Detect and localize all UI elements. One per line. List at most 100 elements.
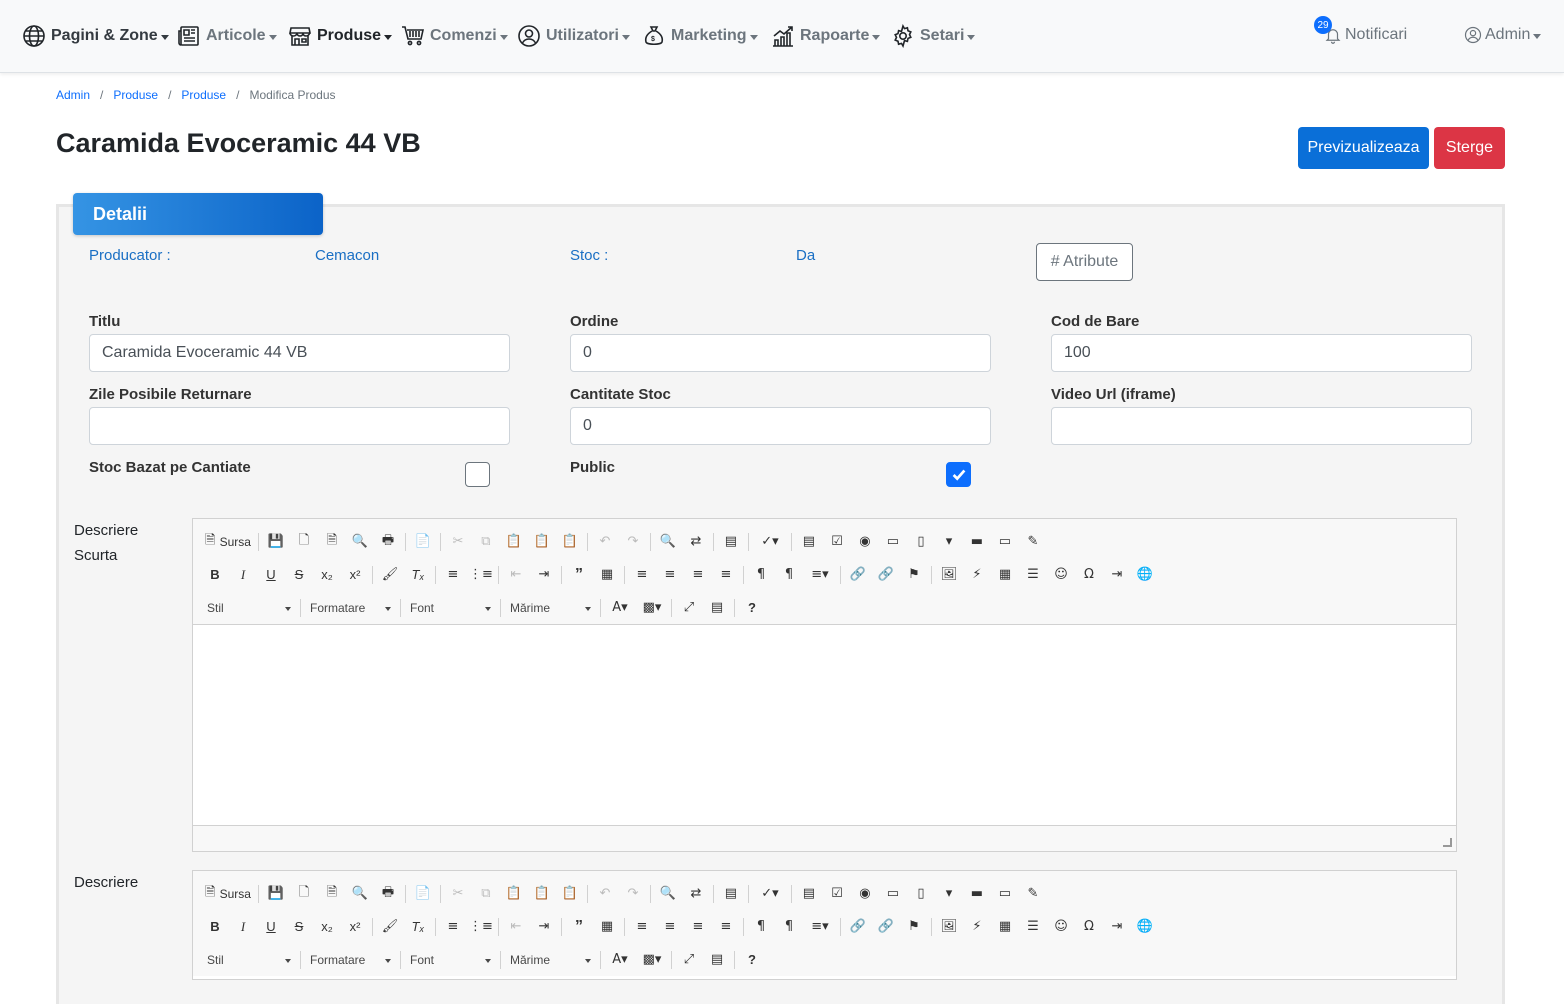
link-icon[interactable]: 🔗 [844,915,872,939]
table-icon[interactable]: ▦ [991,563,1019,587]
remove-format-icon[interactable]: Tₓ [404,563,432,587]
source-button[interactable]: 🗎 Sursa [201,530,255,554]
style-dropdown[interactable]: Stil [201,596,297,620]
help-icon[interactable]: ? [738,596,766,620]
find-icon[interactable]: 🔍 [654,882,682,906]
redo-icon[interactable]: ↷ [619,530,647,554]
select-all-icon[interactable]: ▤ [717,530,745,554]
iframe-icon[interactable]: 🌐 [1131,915,1159,939]
replace-icon[interactable]: ⇄ [682,530,710,554]
rtl-icon[interactable]: ¶ [775,563,803,587]
textfield-icon[interactable]: ▭ [879,530,907,554]
special-char-icon[interactable]: Ω [1075,915,1103,939]
templates-icon[interactable]: 📄 [409,530,437,554]
outdent-icon[interactable]: ⇤ [502,915,530,939]
text-color-icon[interactable]: A▾ [604,948,636,972]
select-icon[interactable]: ▾ [935,530,963,554]
format-dropdown[interactable]: Formatare [304,948,397,972]
checkbox-icon[interactable]: ☑ [823,530,851,554]
save-icon[interactable]: 💾 [262,882,290,906]
nav-utilizatori[interactable]: Utilizatori [517,22,630,50]
breadcrumb-produse[interactable]: Produse [113,88,158,102]
div-icon[interactable]: ▦ [593,915,621,939]
font-dropdown[interactable]: Font [404,948,497,972]
smiley-icon[interactable]: ☺ [1047,563,1075,587]
paste-word-icon[interactable]: 📋 [556,882,584,906]
smiley-icon[interactable]: ☺ [1047,915,1075,939]
style-dropdown[interactable]: Stil [201,948,297,972]
order-input[interactable]: 0 [570,334,991,372]
align-left-icon[interactable]: ≡ [628,915,656,939]
checkbox-icon[interactable]: ☑ [823,882,851,906]
indent-icon[interactable]: ⇥ [530,563,558,587]
unlink-icon[interactable]: 🔗 [872,563,900,587]
copy-format-icon[interactable]: 🖌 [376,563,404,587]
image-icon[interactable]: 🖼 [935,915,963,939]
italic-icon[interactable]: I [229,915,257,939]
video-url-input[interactable] [1051,407,1472,445]
textarea-icon[interactable]: ▯ [907,882,935,906]
paste-icon[interactable]: 📋 [500,882,528,906]
bg-color-icon[interactable]: ▩▾ [636,948,668,972]
numbered-list-icon[interactable]: ≡ [439,563,467,587]
paste-text-icon[interactable]: 📋 [528,882,556,906]
textfield-icon[interactable]: ▭ [879,882,907,906]
image-button-icon[interactable]: ▭ [991,882,1019,906]
numbered-list-icon[interactable]: ≡ [439,915,467,939]
maximize-icon[interactable]: ⤢ [675,596,703,620]
bulleted-list-icon[interactable]: ⋮≡ [467,915,495,939]
nav-articole[interactable]: Articole [177,22,277,50]
delete-button[interactable]: Sterge [1434,127,1505,169]
copy-icon[interactable]: ⧉ [472,882,500,906]
print-icon[interactable]: 🖶 [374,882,402,906]
title-input[interactable]: Caramida Evoceramic 44 VB [89,334,510,372]
font-dropdown[interactable]: Font [404,596,497,620]
align-justify-icon[interactable]: ≡ [712,563,740,587]
breadcrumb-produse-list[interactable]: Produse [181,88,226,102]
flash-icon[interactable]: ⚡ [963,563,991,587]
paste-text-icon[interactable]: 📋 [528,530,556,554]
paste-icon[interactable]: 📋 [500,530,528,554]
public-checkbox[interactable] [946,462,971,487]
breadcrumb-admin[interactable]: Admin [56,88,90,102]
new-page-icon[interactable]: 🗋 [290,882,318,906]
button-icon[interactable]: ▬ [963,530,991,554]
size-dropdown[interactable]: Mărime [504,948,597,972]
undo-icon[interactable]: ↶ [591,530,619,554]
special-char-icon[interactable]: Ω [1075,563,1103,587]
image-icon[interactable]: 🖼 [935,563,963,587]
language-icon[interactable]: ≡▾ [803,915,837,939]
export-pdf-icon[interactable]: 🗎 [318,882,346,906]
strikethrough-icon[interactable]: S [285,563,313,587]
ltr-icon[interactable]: ¶ [747,915,775,939]
horizontal-rule-icon[interactable]: ☰ [1019,915,1047,939]
print-icon[interactable]: 🖶 [374,530,402,554]
bulleted-list-icon[interactable]: ⋮≡ [467,563,495,587]
export-pdf-icon[interactable]: 🗎 [318,530,346,554]
flash-icon[interactable]: ⚡ [963,915,991,939]
form-icon[interactable]: ▤ [795,882,823,906]
ltr-icon[interactable]: ¶ [747,563,775,587]
language-icon[interactable]: ≡▾ [803,563,837,587]
unlink-icon[interactable]: 🔗 [872,915,900,939]
blockquote-icon[interactable]: ” [565,563,593,587]
horizontal-rule-icon[interactable]: ☰ [1019,563,1047,587]
anchor-icon[interactable]: ⚑ [900,915,928,939]
align-justify-icon[interactable]: ≡ [712,915,740,939]
subscript-icon[interactable]: x₂ [313,563,341,587]
stock-based-checkbox[interactable] [465,462,490,487]
page-break-icon[interactable]: ⇥ [1103,915,1131,939]
format-dropdown[interactable]: Formatare [304,596,397,620]
remove-format-icon[interactable]: Tₓ [404,915,432,939]
strikethrough-icon[interactable]: S [285,915,313,939]
cut-icon[interactable]: ✂ [444,882,472,906]
italic-icon[interactable]: I [229,563,257,587]
templates-icon[interactable]: 📄 [409,882,437,906]
maximize-icon[interactable]: ⤢ [675,948,703,972]
align-center-icon[interactable]: ≡ [656,915,684,939]
underline-icon[interactable]: U [257,563,285,587]
show-blocks-icon[interactable]: ▤ [703,948,731,972]
producer-value[interactable]: Cemacon [315,247,379,264]
undo-icon[interactable]: ↶ [591,882,619,906]
subscript-icon[interactable]: x₂ [313,915,341,939]
